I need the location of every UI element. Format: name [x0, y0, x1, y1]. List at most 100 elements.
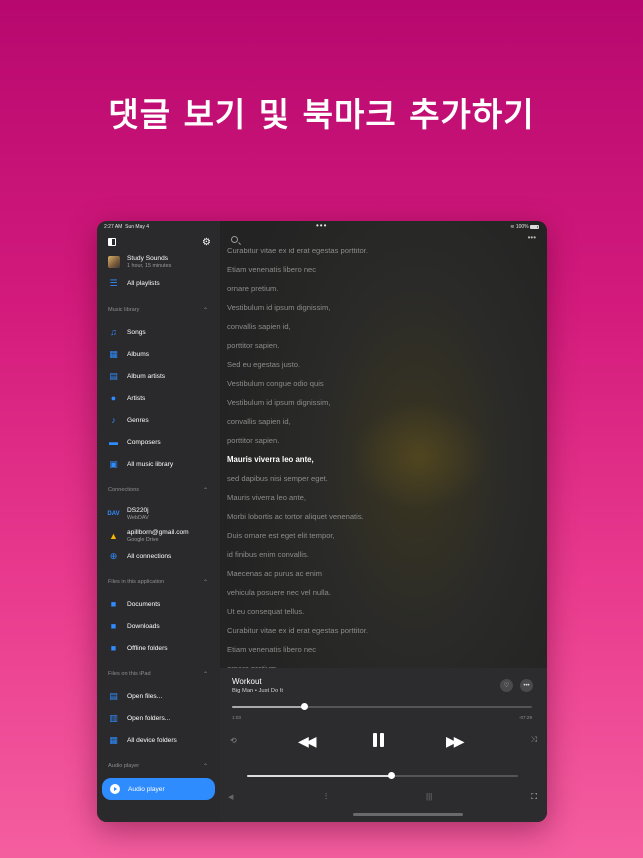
sidebar-item-all-music-library[interactable]: ▣ All music library [108, 455, 214, 473]
battery-percent: 100% [515, 224, 529, 230]
heart-icon[interactable]: ♡ [500, 679, 513, 692]
section-files-app[interactable]: Files in this application ⌃ [108, 579, 208, 586]
globe-icon: ⊕ [109, 550, 118, 561]
equalizer-icon[interactable]: ⫶ [325, 792, 327, 802]
lyric-line[interactable]: porttitor sapien. [227, 341, 279, 350]
lyrics-list[interactable]: Curabitur vitae ex id erat egestas portt… [227, 248, 537, 668]
section-audio-player[interactable]: Audio player ⌃ [108, 763, 208, 770]
home-indicator [353, 813, 463, 816]
sidebar-toggle-icon[interactable] [108, 238, 116, 246]
lyric-line[interactable]: ornare pretium. [227, 284, 279, 293]
lyric-line[interactable]: id finibus enim convallis. [227, 550, 309, 559]
playback-controls: ⟲ ◀◀ ▶▶ ⤨ [220, 730, 547, 750]
sidebar-item-all-playlists[interactable]: ☰ All playlists [108, 274, 214, 292]
lyric-line[interactable]: Mauris viverra leo ante, [227, 455, 314, 464]
track-artist-album: Big Man • Just Do It [232, 688, 284, 694]
chevron-up-icon: ⌃ [202, 580, 208, 586]
sidebar-item-connection-google-drive[interactable]: ▲ apillborn@gmail.com Google Drive [108, 525, 214, 547]
lyric-line[interactable]: Vestibulum id ipsum dignissim, [227, 303, 330, 312]
gear-icon[interactable]: ⚙ [202, 237, 211, 248]
waveform-icon[interactable]: ||| [426, 792, 432, 801]
remaining-time: -07:29 [518, 715, 532, 720]
section-files-ipad[interactable]: Files on this iPad ⌃ [108, 671, 208, 678]
now-playing-item[interactable]: Study Sounds 1 hour, 15 minutes [108, 253, 214, 271]
more-options-icon[interactable]: ••• [520, 679, 533, 692]
lyric-line[interactable]: Morbi lobortis ac tortor aliquet venenat… [227, 512, 364, 521]
offline-folder-icon: ■ [110, 642, 117, 653]
player-bottom-toolbar: ◀ ⫶ ||| ⛶ [220, 791, 547, 803]
more-icon[interactable]: ••• [528, 233, 536, 242]
sidebar-item-audio-player[interactable]: Audio player [102, 778, 215, 800]
repeat-icon[interactable]: ⟲ [230, 736, 237, 745]
sidebar-item-genres[interactable]: ♪ Genres [108, 411, 214, 429]
progress-fill [232, 706, 304, 708]
multitasking-dots-icon[interactable]: ••• [316, 221, 327, 230]
section-connections[interactable]: Connections ⌃ [108, 487, 208, 494]
lyric-line[interactable]: convallis sapien id, [227, 417, 291, 426]
sidebar-item-composers[interactable]: ▬ Composers [108, 433, 214, 451]
folder-icon: ■ [110, 598, 117, 609]
lyric-line[interactable]: Curabitur vitae ex id erat egestas portt… [227, 248, 368, 255]
lyric-line[interactable]: Etiam venenatis libero nec [227, 645, 316, 654]
player-panel: Workout Big Man • Just Do It ♡ ••• 1:03 … [220, 668, 547, 822]
progress-knob[interactable] [301, 703, 308, 710]
sidebar-toolbar: ⚙ [108, 237, 211, 248]
lyric-line[interactable]: Mauris viverra leo ante, [227, 493, 306, 502]
album-thumbnail [108, 256, 120, 268]
lyric-line[interactable]: Ut eu consequat tellus. [227, 607, 304, 616]
sidebar-item-open-folders[interactable]: ▥ Open folders... [108, 709, 214, 727]
pause-icon[interactable] [373, 733, 385, 747]
chevron-up-icon: ⌃ [202, 764, 208, 770]
lyric-line[interactable]: Maecenas ac purus ac enim [227, 569, 322, 578]
volume-slider[interactable] [247, 772, 518, 779]
next-icon[interactable]: ▶▶ [446, 733, 464, 750]
lyric-line[interactable]: Etiam venenatis libero nec [227, 265, 316, 274]
sidebar-item-documents[interactable]: ■ Documents [108, 595, 214, 613]
section-music-library[interactable]: Music library ⌃ [108, 307, 208, 314]
shuffle-icon[interactable]: ⤨ [531, 735, 537, 745]
sidebar-item-songs[interactable]: ♫ Songs [108, 323, 214, 341]
lyric-line[interactable]: Sed eu egestas justo. [227, 360, 300, 369]
person-icon: ● [110, 392, 117, 403]
sidebar-item-offline-folders[interactable]: ■ Offline folders [108, 639, 214, 657]
open-files-icon: ▤ [109, 690, 118, 701]
lyric-line[interactable]: sed dapibus nisi semper eget. [227, 474, 328, 483]
lyric-line[interactable]: Duis ornare est eget elit tempor, [227, 531, 335, 540]
chevron-up-icon: ⌃ [202, 672, 208, 678]
now-playing-duration: 1 hour, 15 minutes [127, 263, 172, 269]
chevron-up-icon: ⌃ [202, 488, 208, 494]
lyric-line[interactable]: porttitor sapien. [227, 436, 279, 445]
elapsed-time: 1:03 [232, 715, 241, 720]
lyric-line[interactable]: vehicula posuere nec vel nulla. [227, 588, 331, 597]
search-icon[interactable] [231, 236, 238, 243]
lyric-line[interactable]: Vestibulum id ipsum dignissim, [227, 398, 330, 407]
status-right: ≋ 100% [510, 224, 539, 230]
sidebar-item-albums[interactable]: ▦ Albums [108, 345, 214, 363]
sidebar-item-open-files[interactable]: ▤ Open files... [108, 687, 214, 705]
volume-fill [247, 775, 391, 777]
play-circle-icon [110, 784, 120, 794]
sidebar-item-all-device-folders[interactable]: ▦ All device folders [108, 731, 214, 749]
open-folders-icon: ▥ [109, 712, 118, 723]
speaker-icon[interactable]: ◀ [228, 793, 233, 801]
album-artists-icon: ▤ [109, 370, 118, 381]
sidebar-item-downloads[interactable]: ■ Downloads [108, 617, 214, 635]
sidebar-item-all-connections[interactable]: ⊕ All connections [108, 547, 214, 565]
lyric-line[interactable]: convallis sapien id, [227, 322, 291, 331]
sidebar-item-artists[interactable]: ● Artists [108, 389, 214, 407]
volume-knob[interactable] [387, 772, 395, 779]
lyrics-toolbar: ••• [231, 233, 536, 246]
lyric-line[interactable]: Curabitur vitae ex id erat egestas portt… [227, 626, 368, 635]
previous-icon[interactable]: ◀◀ [298, 733, 316, 750]
progress-slider[interactable] [232, 703, 532, 710]
sidebar-item-album-artists[interactable]: ▤ Album artists [108, 367, 214, 385]
expand-icon[interactable]: ⛶ [531, 792, 537, 802]
genres-icon: ♪ [111, 414, 116, 425]
google-drive-icon: ▲ [109, 530, 118, 541]
music-note-icon: ♫ [110, 326, 117, 337]
playlist-icon: ☰ [109, 277, 118, 288]
lyric-line[interactable]: Vestibulum congue odio quis [227, 379, 324, 388]
sidebar-item-connection-ds220j[interactable]: DAV DS220j WebDAV [107, 503, 214, 525]
wifi-icon: ≋ [510, 224, 515, 230]
track-title: Workout [232, 677, 262, 686]
